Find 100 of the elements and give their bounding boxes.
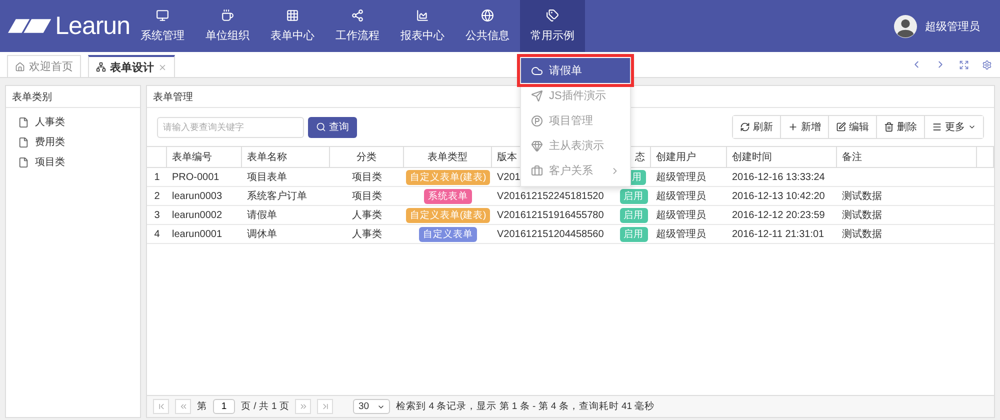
share-icon <box>351 9 364 22</box>
table-cell: 2016-12-12 20:23:59 <box>727 206 837 225</box>
table-cell: 测试数据 <box>837 187 977 206</box>
file-icon <box>18 136 29 148</box>
last-page-button[interactable] <box>317 399 334 414</box>
table-cell: learun0002 <box>167 206 242 225</box>
type-badge: 自定义表单(建表) <box>406 170 490 184</box>
monitor-icon <box>156 9 169 22</box>
edit-icon <box>836 122 846 132</box>
row-number: 1 <box>147 168 167 187</box>
search-field[interactable]: 请输入要查询关键字 <box>157 116 304 138</box>
home-icon <box>15 62 25 72</box>
column-header: 备注 <box>837 147 977 168</box>
file-icon <box>18 116 29 128</box>
briefcase-icon <box>531 164 543 176</box>
search-icon <box>316 122 326 132</box>
type-badge: 自定义表单 <box>419 226 477 242</box>
table-cell: PRO-0001 <box>167 168 242 187</box>
tree-item[interactable]: 项目类 <box>6 152 140 172</box>
table-cell: 项目类 <box>330 168 404 187</box>
close-icon[interactable] <box>158 62 167 72</box>
area-chart-icon <box>416 9 429 22</box>
pager-label: 第 <box>197 400 207 413</box>
nav-item[interactable]: 报表中心 <box>390 0 455 52</box>
tags-icon <box>546 9 559 22</box>
table-cell: 人事类 <box>330 225 404 244</box>
row-number: 3 <box>147 206 167 225</box>
nav-item[interactable]: 表单中心 <box>260 0 325 52</box>
first-page-icon <box>156 402 166 411</box>
first-page-button[interactable] <box>153 399 169 414</box>
user-name[interactable]: 超级管理员 <box>925 18 980 34</box>
tree-item[interactable]: 费用类 <box>6 132 140 152</box>
page-size-select[interactable]: 30 <box>353 399 390 414</box>
prev-page-button[interactable] <box>175 399 191 414</box>
toolbar-button[interactable]: 更多 <box>924 116 983 138</box>
table-cell: 人事类 <box>330 206 404 225</box>
table-cell: 超级管理员 <box>651 206 727 225</box>
column-header: 创建用户 <box>651 147 727 168</box>
search-button[interactable]: 查询 <box>308 116 357 138</box>
sitemap-icon <box>96 62 106 72</box>
row-number: 2 <box>147 187 167 206</box>
table-cell: 项目类 <box>330 187 404 206</box>
column-header: 创建时间 <box>727 147 837 168</box>
column-header: 表单名称 <box>242 147 330 168</box>
table-cell: 测试数据 <box>837 206 977 225</box>
status-badge: 启用 <box>620 208 648 222</box>
double-chevron-right-icon <box>298 402 308 411</box>
pager-label: 页 / 共 1 页 <box>241 400 290 413</box>
avatar <box>894 14 917 38</box>
table-cell: 系统客户订单 <box>242 187 330 206</box>
table-cell: learun0001 <box>167 225 242 244</box>
cup-icon <box>221 9 234 22</box>
nav-item[interactable]: 公共信息 <box>455 0 520 52</box>
table-cell: V201612151916455780 <box>492 206 616 225</box>
file-icon <box>18 156 29 168</box>
table-cell: 调休单 <box>242 225 330 244</box>
paper-plane-icon <box>531 90 543 102</box>
table-cell: 请假单 <box>242 206 330 225</box>
tree-item[interactable]: 人事类 <box>6 112 140 132</box>
table-cell: 超级管理员 <box>651 225 727 244</box>
trash-icon <box>884 122 894 132</box>
table-cell: V201612151204458560 <box>492 225 616 244</box>
page-input[interactable]: 1 <box>213 399 235 414</box>
status-badge: 启用 <box>620 188 648 204</box>
tab[interactable]: 表单设计 <box>88 55 175 77</box>
menu-item[interactable]: 请假单 <box>521 58 630 83</box>
column-header: 表单类型 <box>404 147 492 168</box>
next-page-button[interactable] <box>295 399 312 414</box>
plus-icon <box>788 122 798 132</box>
globe-icon <box>481 9 494 22</box>
logo-text: Learun <box>55 12 130 40</box>
pager-summary: 检索到 4 条记录，显示 第 1 条 - 第 4 条，查询耗时 41 毫秒 <box>396 400 655 413</box>
expand-icon[interactable] <box>959 60 969 70</box>
table-cell: V201612152245181520 <box>492 187 616 206</box>
refresh-icon <box>740 122 750 132</box>
nav-item[interactable]: 工作流程 <box>325 0 390 52</box>
menu-icon <box>932 122 942 132</box>
nav-item[interactable]: 系统管理 <box>130 0 195 52</box>
last-page-icon <box>320 402 330 411</box>
nav-item[interactable]: 单位组织 <box>195 0 260 52</box>
table-cell: 2016-12-13 10:42:20 <box>727 187 837 206</box>
settings-icon[interactable] <box>982 60 992 70</box>
table-cell: 项目表单 <box>242 168 330 187</box>
circle-p-icon <box>531 114 543 126</box>
cloud-icon <box>531 64 543 76</box>
type-badge: 自定义表单(建表) <box>406 208 490 222</box>
tab[interactable]: 欢迎首页 <box>7 55 81 77</box>
row-number: 4 <box>147 225 167 244</box>
logo-icon <box>8 17 52 35</box>
table-cell: 超级管理员 <box>651 187 727 206</box>
table-cell: 2016-12-11 21:31:01 <box>727 225 837 244</box>
gem-icon <box>531 140 543 152</box>
panel-title: 表单类别 <box>6 86 140 108</box>
double-chevron-left-icon <box>178 402 188 411</box>
table-cell: 2016-12-16 13:33:24 <box>727 168 837 187</box>
status-badge: 启用 <box>620 226 648 242</box>
type-badge: 系统表单 <box>424 188 472 204</box>
table-cell: learun0003 <box>167 187 242 206</box>
table-cell: 超级管理员 <box>651 168 727 187</box>
table-cell: 测试数据 <box>837 225 977 244</box>
